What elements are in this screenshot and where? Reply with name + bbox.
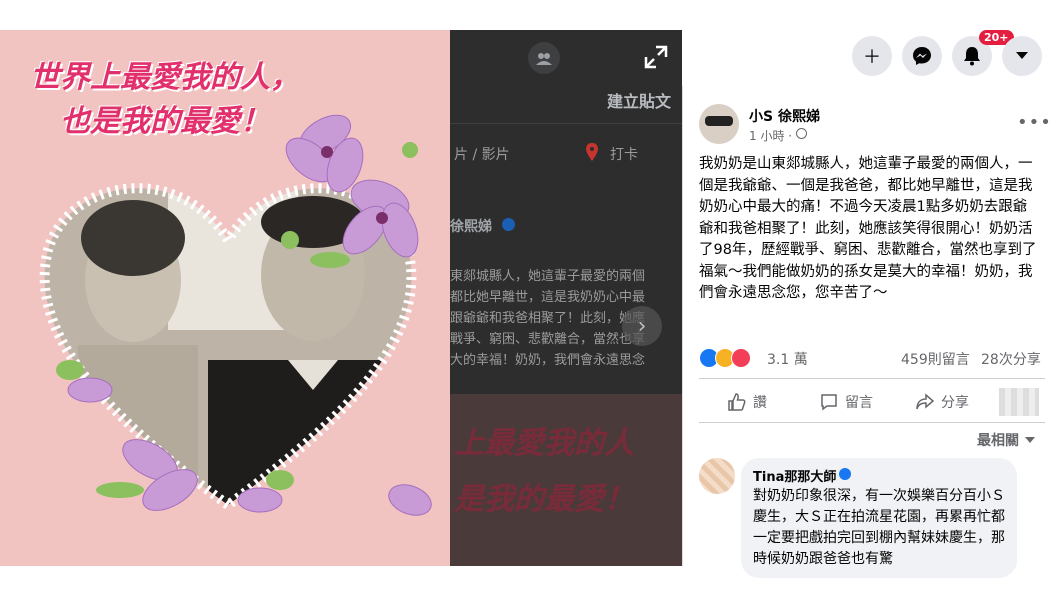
- share-icon: [916, 393, 935, 410]
- commenter-avatar[interactable]: [699, 458, 735, 494]
- share-label: 分享: [941, 395, 969, 411]
- caret-down-icon: [1016, 52, 1028, 59]
- photo-title-line2: 也是我的最愛！: [60, 104, 270, 139]
- post-photo: 世界上最愛我的人， 也是我的最愛！: [0, 30, 450, 566]
- reaction-selector-avatar[interactable]: [999, 388, 1039, 416]
- checkin-pin-icon: [586, 143, 598, 161]
- photo-title-line1: 世界上最愛我的人，: [30, 60, 300, 95]
- dimmed-photo-title1: 上最愛我的人: [454, 426, 634, 461]
- globe-icon: [796, 128, 807, 139]
- tab-photo-video[interactable]: 片 / 影片: [454, 144, 510, 164]
- post-detail-panel: 小S 徐熙娣 1 小時 · ••• 我奶奶是山東郯城縣人，她這輩子最愛的兩個人，…: [682, 86, 1060, 578]
- like-button[interactable]: 讚: [727, 392, 767, 412]
- reaction-icons[interactable]: [699, 348, 751, 368]
- dimmed-author: 徐熙娣: [450, 219, 492, 235]
- share-button[interactable]: 分享: [915, 392, 969, 412]
- thumbs-up-icon: [728, 393, 746, 411]
- caret-down-icon: [1025, 437, 1035, 443]
- love-reaction-icon: [731, 348, 751, 368]
- like-label: 讚: [753, 395, 767, 411]
- comment-label: 留言: [845, 395, 873, 411]
- verified-icon: [502, 218, 515, 231]
- reactions-count[interactable]: 3.1 萬: [767, 349, 808, 369]
- post-body-text: 我奶奶是山東郯城縣人，她這輩子最愛的兩個人，一個是我爺爺、一個是我爸爸，都比她早…: [699, 156, 1037, 301]
- post-author-name[interactable]: 小S 徐熙娣: [749, 106, 820, 126]
- account-menu-button[interactable]: [1002, 36, 1042, 76]
- author-avatar[interactable]: [699, 104, 739, 144]
- dimmed-photo-title2: 是我的最愛！: [454, 482, 634, 517]
- bell-icon: [964, 47, 980, 66]
- group-icon[interactable]: [528, 42, 560, 74]
- comment-bubble: Tina那那大師 對奶奶印象很深，有一次娛樂百分百小Ｓ慶生，大Ｓ正在拍流星花園，…: [741, 458, 1017, 578]
- comment-button[interactable]: 留言: [819, 392, 873, 412]
- sort-label: 最相關: [977, 433, 1019, 449]
- plus-icon: ＋: [863, 47, 881, 68]
- comment-text: 對奶奶印象很深，有一次娛樂百分百小Ｓ慶生，大Ｓ正在拍流星花園，再累再忙都一定要把…: [753, 488, 1005, 567]
- create-button[interactable]: ＋: [852, 36, 892, 76]
- create-post-label[interactable]: 建立貼文: [607, 88, 671, 112]
- comment-sort-dropdown[interactable]: 最相關: [977, 430, 1035, 450]
- next-arrow-icon[interactable]: ›: [622, 306, 662, 346]
- tab-checkin[interactable]: 打卡: [610, 144, 638, 164]
- background-page-dimmed: 建立貼文 片 / 影片 打卡 徐熙娣 東郯城縣人，她這輩子最愛的兩個 都比她早離…: [450, 30, 682, 566]
- comment-icon: [821, 394, 837, 411]
- messenger-icon: [913, 47, 931, 65]
- expand-icon[interactable]: [643, 44, 669, 70]
- comments-count[interactable]: 459則留言: [901, 349, 970, 369]
- post-timestamp[interactable]: 1 小時 ·: [749, 127, 792, 144]
- flower-decoration-top-right: [281, 114, 419, 268]
- flower-decoration-bottom: [56, 360, 432, 516]
- messenger-button[interactable]: [902, 36, 942, 76]
- verified-icon: [839, 468, 851, 480]
- dimmed-photo: 上最愛我的人 是我的最愛！: [450, 394, 682, 566]
- shares-count[interactable]: 28次分享: [981, 349, 1041, 369]
- more-options-icon[interactable]: •••: [1017, 112, 1052, 133]
- commenter-name[interactable]: Tina那那大師: [753, 466, 836, 485]
